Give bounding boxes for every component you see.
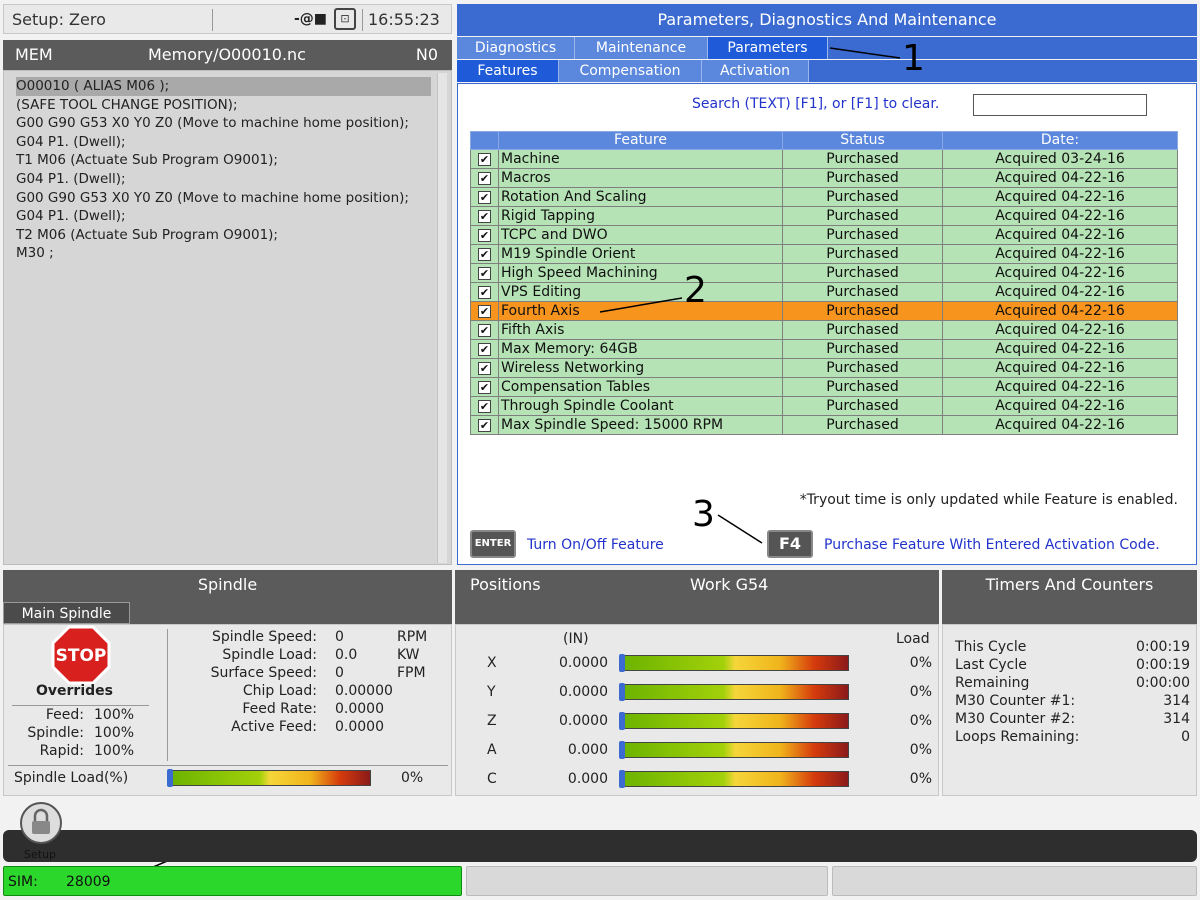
axis-load-bar (619, 654, 849, 672)
setup-lock-button[interactable] (20, 802, 62, 844)
callout-3-line (717, 514, 763, 544)
timer-this-cycle: This Cycle 0:00:19 (955, 639, 1190, 655)
status-slot-3 (832, 866, 1197, 896)
positions-panel: (IN) Load X 0.0000 0% Y 0.0000 0% Z 0.0000 … (455, 624, 939, 796)
stop-sign-label: STOP (56, 646, 107, 666)
timer-remaining: Remaining 0:00:00 (955, 675, 1190, 691)
callout-1: 1 (902, 38, 925, 79)
load-marker (619, 712, 625, 730)
timers-subbar (942, 600, 1197, 624)
stop-sign-icon: STOP (51, 625, 111, 685)
sim-label: SIM: (8, 874, 38, 890)
positions-header: Positions Work G54 (455, 570, 939, 600)
timer-last-cycle: Last Cycle 0:00:19 (955, 657, 1190, 673)
spindle-title: Spindle (3, 570, 452, 600)
work-offset-label: Work G54 (690, 575, 769, 594)
timers-title: Timers And Counters (942, 570, 1197, 600)
spindle-load-bar (167, 769, 371, 787)
surface-speed-readout: Surface Speed: 0 FPM (210, 665, 426, 681)
positions-title: Positions (470, 575, 541, 594)
lock-icon (32, 808, 50, 834)
spindle-load-label: Spindle Load(%) (14, 770, 129, 786)
load-marker (619, 683, 625, 701)
status-slot-2 (466, 866, 828, 896)
callout-3: 3 (692, 494, 715, 535)
positions-subbar (455, 600, 939, 624)
load-header: Load (896, 631, 930, 647)
axis-load-bar (619, 712, 849, 730)
mode-bar (3, 830, 1197, 862)
tab-main-spindle[interactable]: Main Spindle (3, 602, 130, 624)
divider (8, 765, 448, 766)
loops-remaining: Loops Remaining: 0 (955, 729, 1190, 745)
overrides-title: Overrides (36, 683, 113, 699)
override-spindle: Spindle: 100% (27, 725, 135, 741)
chip-load-readout: Chip Load: 0.00000 (242, 683, 393, 699)
callout-2: 2 (684, 270, 707, 311)
callout-1-line (829, 47, 901, 59)
sim-status-bar: SIM: 28009 (3, 866, 462, 896)
axis-load-bar (619, 683, 849, 701)
feed-rate-readout: Feed Rate: 0.0000 (242, 701, 384, 717)
spindle-load-readout: Spindle Load: 0.0 KW (222, 647, 420, 663)
timers-panel: This Cycle 0:00:19 Last Cycle 0:00:19 Rema… (942, 624, 1197, 796)
override-feed: Feed: 100% (45, 707, 135, 723)
setup-label: Setup (24, 848, 57, 861)
m30-counter-2[interactable]: M30 Counter #2: 314 (955, 711, 1190, 727)
active-feed-readout: Active Feed: 0.0000 (231, 719, 384, 735)
spindle-tabs: Main Spindle (3, 600, 452, 624)
load-marker (619, 770, 625, 788)
spindle-speed-readout: Spindle Speed: 0 RPM (212, 629, 428, 645)
spindle-panel: STOP Overrides Feed: 100% Spindle: 100% Ra… (3, 624, 452, 796)
spindle-load-value: 0% (401, 770, 424, 786)
load-marker (619, 654, 625, 672)
position-unit: (IN) (563, 631, 589, 647)
load-marker (167, 769, 173, 787)
sim-value: 28009 (66, 874, 111, 890)
callout-2-line (599, 297, 683, 313)
axis-load-bar (619, 741, 849, 759)
override-rapid: Rapid: 100% (39, 743, 135, 759)
m30-counter-1[interactable]: M30 Counter #1: 314 (955, 693, 1190, 709)
axis-load-bar (619, 770, 849, 788)
load-marker (619, 741, 625, 759)
divider (12, 705, 149, 706)
